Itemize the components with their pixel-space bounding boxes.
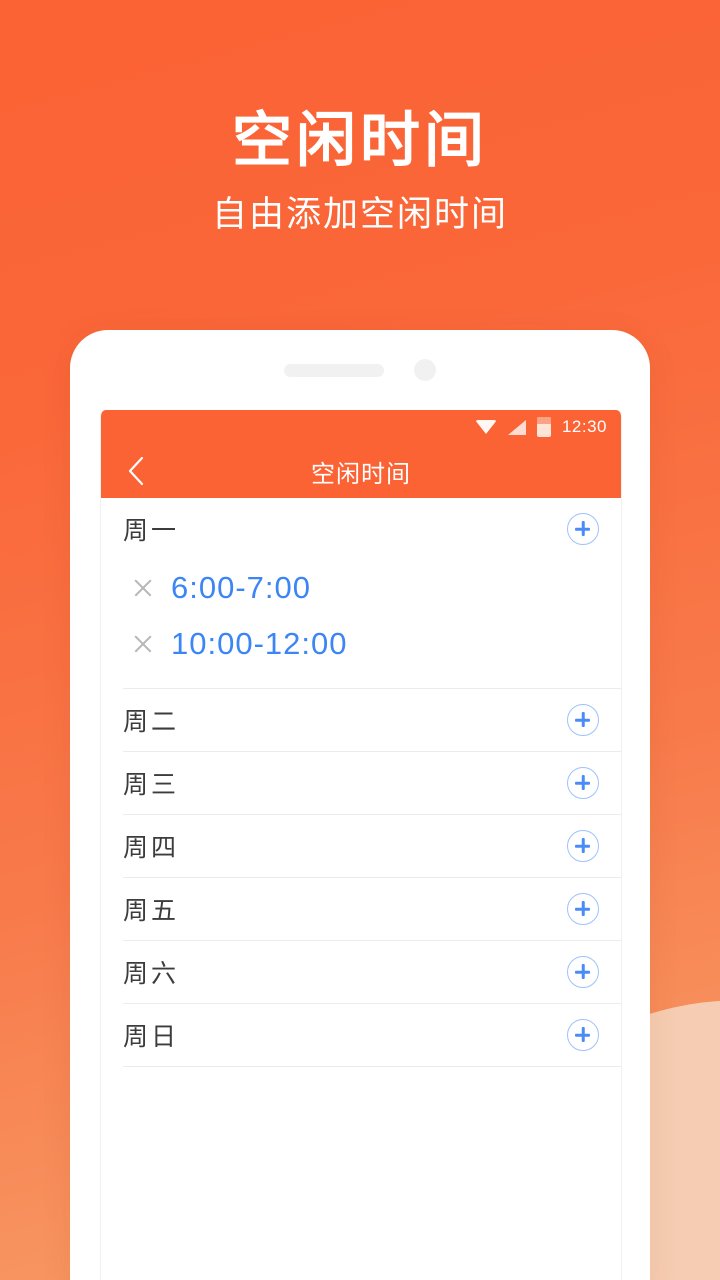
plus-circle-icon[interactable] <box>567 767 599 799</box>
time-slot-row: 10:00-12:00 <box>123 616 621 672</box>
time-slot-row: 6:00-7:00 <box>123 560 621 616</box>
plus-circle-icon[interactable] <box>567 830 599 862</box>
time-slot-list: 6:00-7:00 10:00-12:00 <box>123 560 621 688</box>
chevron-left-icon <box>128 456 144 486</box>
plus-circle-icon[interactable] <box>567 1019 599 1051</box>
promo-screenshot: 空闲时间 自由添加空闲时间 12:30 空闲时间 周一 6:00-7:00 10… <box>0 0 720 1280</box>
signal-icon <box>507 419 526 435</box>
day-label: 周日 <box>123 1023 180 1051</box>
day-header: 周日 <box>123 1004 621 1066</box>
phone-screen: 12:30 空闲时间 周一 6:00-7:00 10:00-12:00 周二 周三 周四周… <box>100 410 622 1280</box>
plus-circle-icon[interactable] <box>567 704 599 736</box>
status-bar-time: 12:30 <box>561 417 607 436</box>
phone-mockup: 12:30 空闲时间 周一 6:00-7:00 10:00-12:00 周二 周三 周四周… <box>70 330 650 1280</box>
app-bar-title: 空闲时间 <box>311 460 411 488</box>
day-header: 周二 <box>123 689 621 751</box>
earpiece-speaker-icon <box>284 363 384 377</box>
day-row: 周日 <box>101 1004 621 1066</box>
day-row: 周三 <box>101 752 621 814</box>
day-row: 周一 6:00-7:00 10:00-12:00 <box>101 498 621 688</box>
battery-icon <box>536 417 551 437</box>
plus-circle-icon[interactable] <box>567 956 599 988</box>
list-divider <box>123 1066 621 1067</box>
wifi-icon <box>474 420 497 434</box>
back-button[interactable] <box>119 454 153 488</box>
day-row: 周六 <box>101 941 621 1003</box>
plus-circle-icon[interactable] <box>567 893 599 925</box>
close-x-icon[interactable] <box>131 576 155 600</box>
day-header: 周四 <box>123 815 621 877</box>
day-header: 周六 <box>123 941 621 1003</box>
promo-heading-block: 空闲时间 自由添加空闲时间 <box>0 104 720 240</box>
app-bar: 12:30 空闲时间 <box>101 410 621 498</box>
time-slot-label[interactable]: 10:00-12:00 <box>171 626 347 662</box>
plus-circle-icon[interactable] <box>567 513 599 545</box>
app-bar-titlebar: 空闲时间 <box>101 444 621 498</box>
day-row: 周四 <box>101 815 621 877</box>
day-label: 周五 <box>123 897 180 925</box>
status-bar: 12:30 <box>101 410 621 444</box>
day-header: 周三 <box>123 752 621 814</box>
day-label: 周一 <box>123 517 180 545</box>
day-row: 周五 <box>101 878 621 940</box>
day-label: 周六 <box>123 960 180 988</box>
day-label: 周四 <box>123 834 180 862</box>
page-title: 空闲时间 <box>232 107 488 174</box>
day-label: 周二 <box>123 708 180 736</box>
page-subtitle: 自由添加空闲时间 <box>211 195 508 234</box>
phone-top-bezel <box>70 330 650 410</box>
day-header: 周五 <box>123 878 621 940</box>
close-x-icon[interactable] <box>131 632 155 656</box>
time-slot-label[interactable]: 6:00-7:00 <box>171 570 311 606</box>
day-label: 周三 <box>123 771 180 799</box>
weekday-list: 周一 6:00-7:00 10:00-12:00 周二周三周四周五周六周日 <box>101 498 621 1067</box>
day-row: 周二 <box>101 689 621 751</box>
day-header: 周一 <box>123 498 621 560</box>
front-camera-icon <box>414 359 436 381</box>
